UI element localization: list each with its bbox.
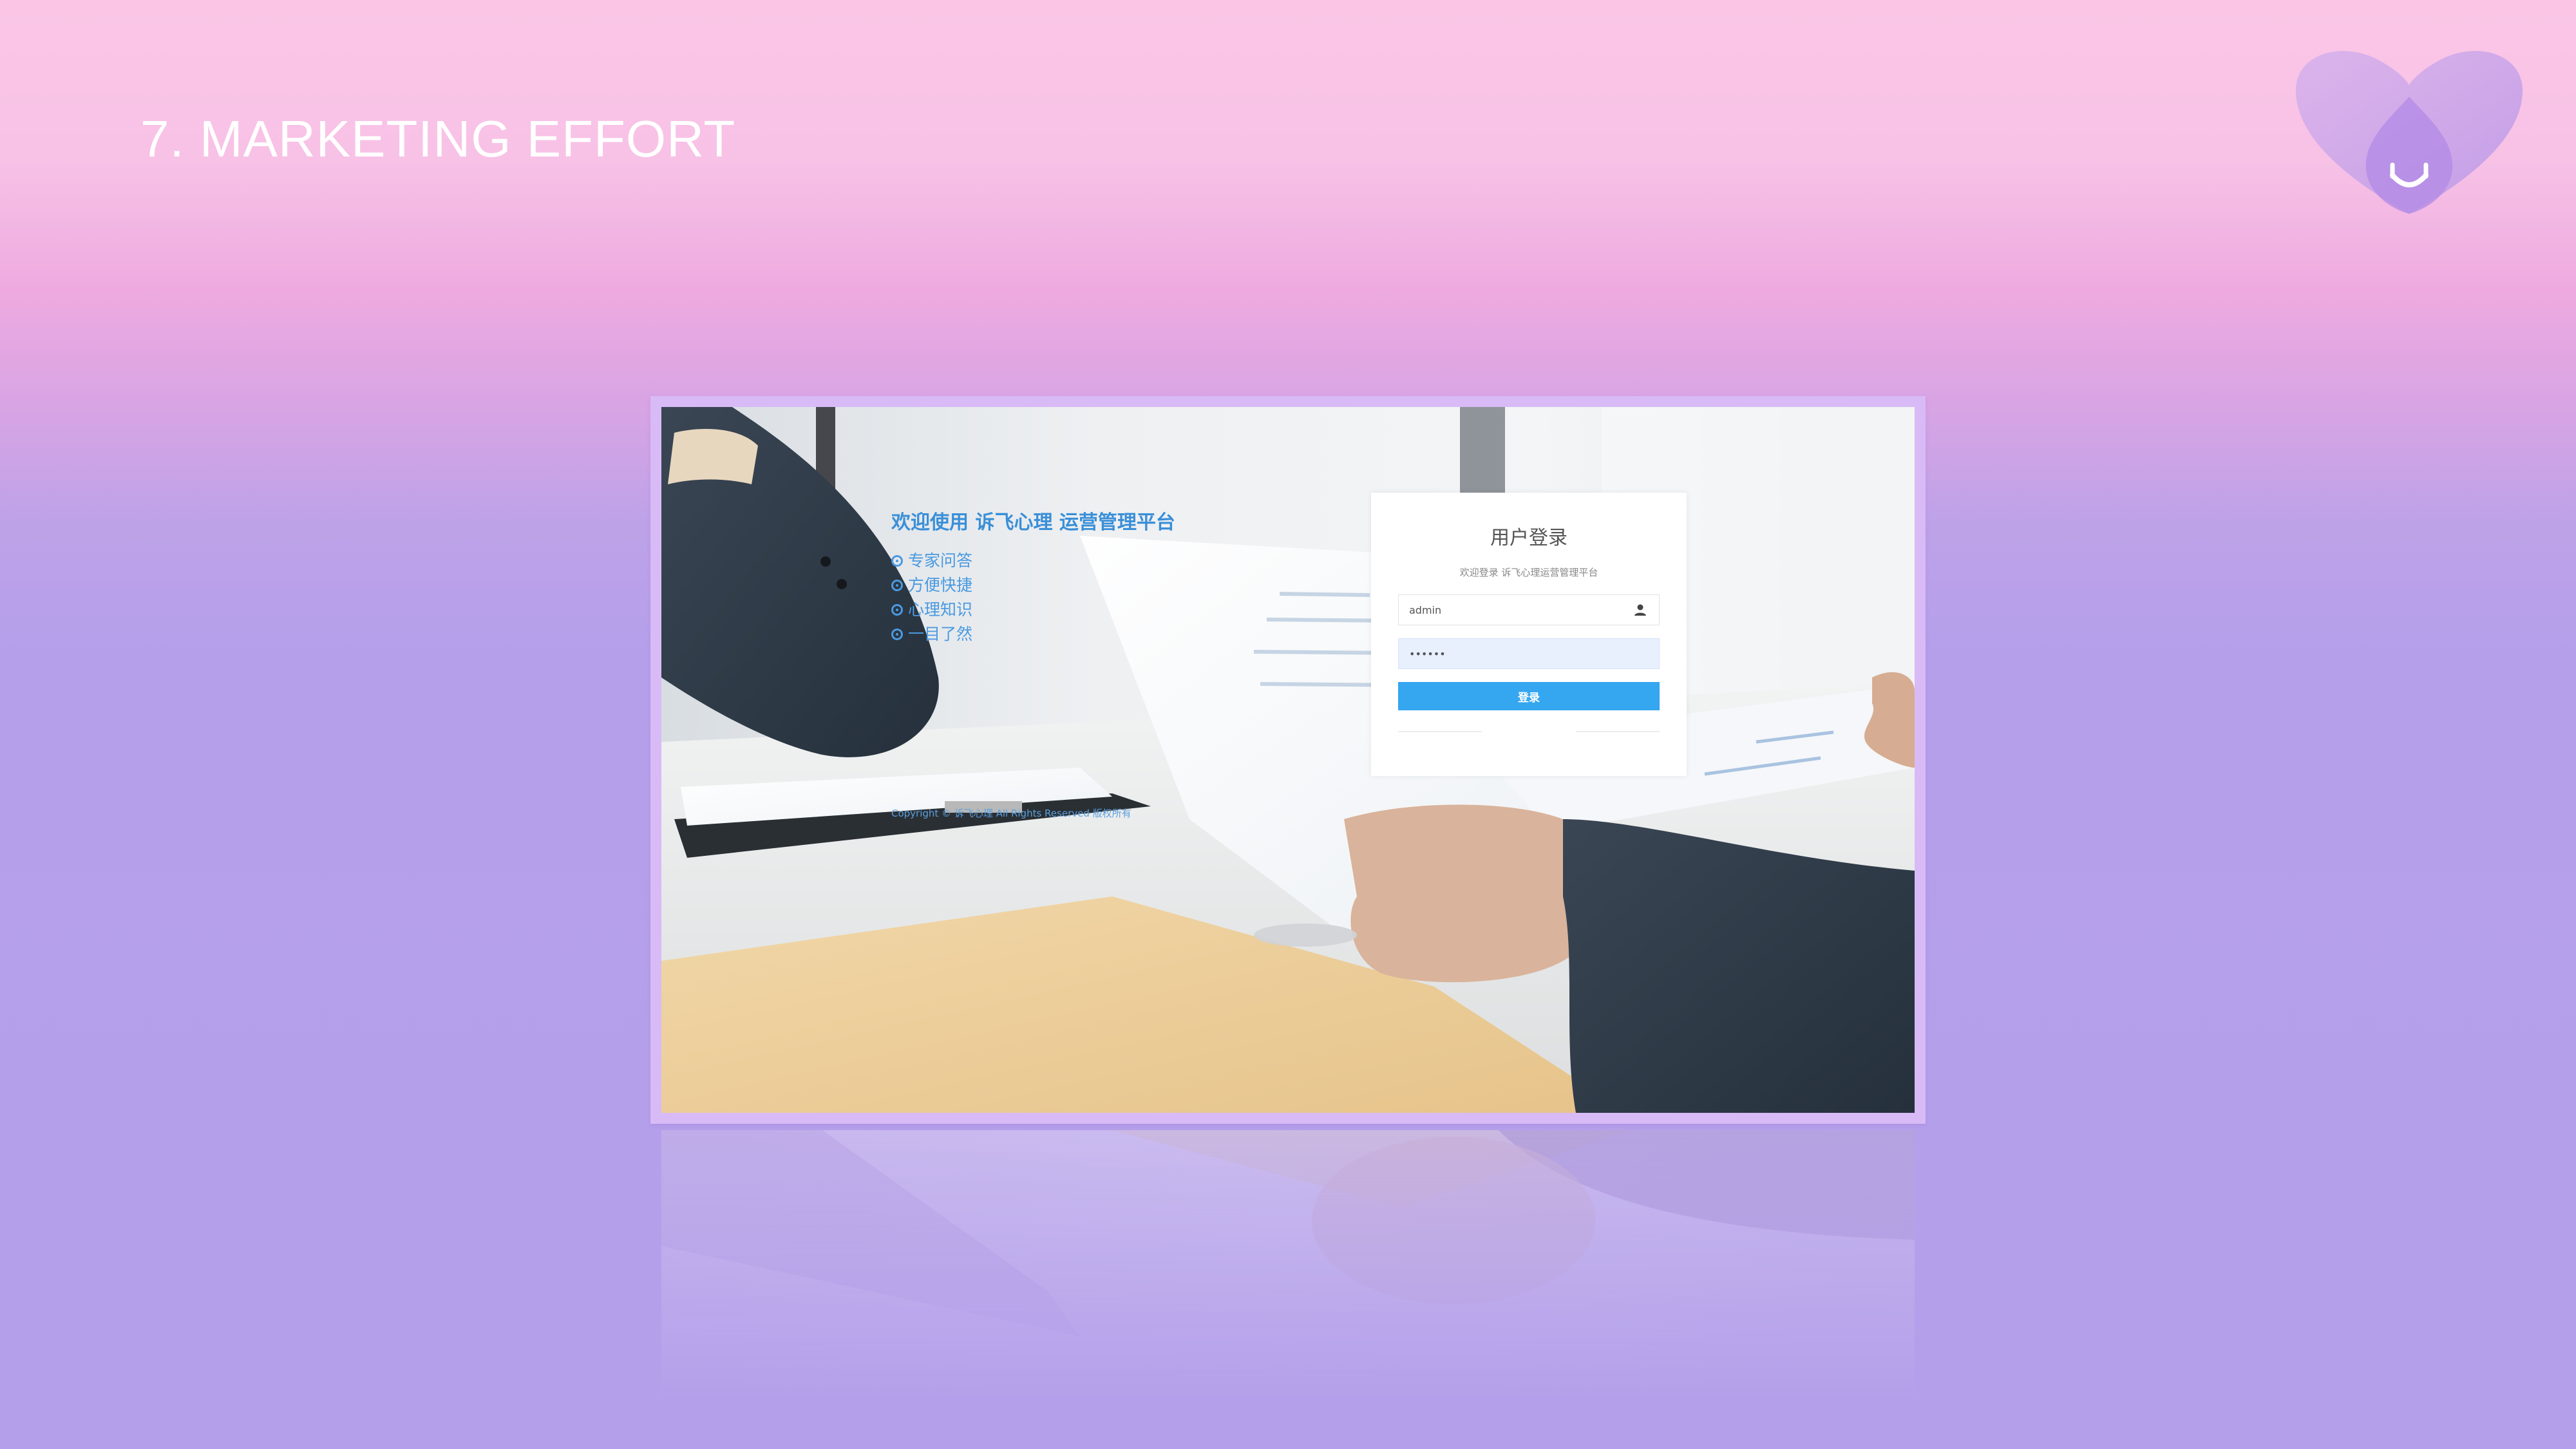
footer-link-right[interactable] [1576, 731, 1660, 732]
feature-label: 方便快捷 [908, 576, 973, 594]
login-card: 用户登录 欢迎登录 诉飞心理运营管理平台 登录 [1371, 493, 1687, 776]
user-icon [1634, 604, 1646, 616]
welcome-heading: 欢迎使用 诉飞心理 运营管理平台 [891, 511, 1175, 534]
bullet-circle-icon [891, 580, 903, 591]
bullet-circle-icon [891, 555, 903, 567]
bullet-circle-icon [891, 604, 903, 616]
feature-item: 一目了然 [891, 622, 972, 647]
heart-face-logo [2295, 51, 2523, 214]
login-button[interactable]: 登录 [1398, 682, 1660, 710]
card-footer-links [1398, 731, 1660, 732]
feature-item: 专家问答 [891, 549, 972, 573]
feature-label: 心理知识 [908, 600, 973, 619]
login-subtitle: 欢迎登录 诉飞心理运营管理平台 [1459, 567, 1598, 578]
bullet-circle-icon [891, 629, 903, 640]
login-screen: 欢迎使用 诉飞心理 运营管理平台 专家问答 方便快捷 心理知识 一目了然 Cop… [661, 407, 1915, 1113]
slide-title: 7. MARKETING EFFORT [140, 110, 736, 167]
feature-label: 专家问答 [908, 551, 973, 570]
password-input[interactable] [1399, 639, 1659, 668]
login-title: 用户登录 [1490, 527, 1567, 549]
copyright-text: Copyright © 诉飞心理 All Rights Reserved 版权所… [891, 808, 1132, 819]
feature-item: 方便快捷 [891, 573, 972, 598]
feature-list: 专家问答 方便快捷 心理知识 一目了然 [891, 549, 972, 647]
office-background-photo [661, 407, 1915, 1113]
screenshot-frame: 欢迎使用 诉飞心理 运营管理平台 专家问答 方便快捷 心理知识 一目了然 Cop… [650, 396, 1926, 1124]
username-field-wrapper [1398, 594, 1660, 625]
password-field-wrapper [1398, 638, 1660, 669]
username-input[interactable] [1399, 595, 1659, 625]
screenshot-reflection [661, 1130, 1915, 1401]
reflection-image [661, 1130, 1915, 1401]
footer-link-left[interactable] [1398, 731, 1482, 732]
feature-item: 心理知识 [891, 598, 972, 622]
feature-label: 一目了然 [908, 625, 973, 643]
